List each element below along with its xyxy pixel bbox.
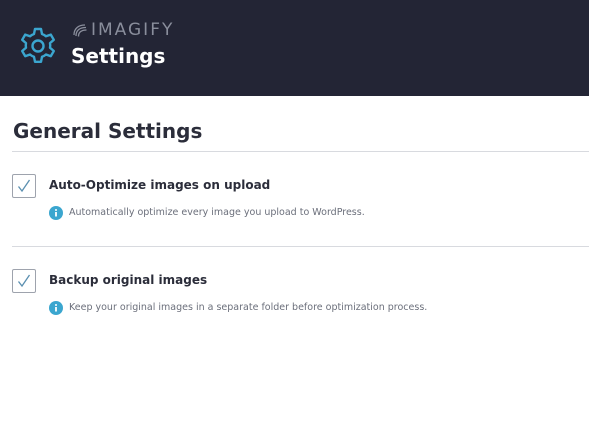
checkmark-icon [17, 274, 31, 288]
brand-name: IMAGIFY [91, 20, 175, 40]
option-label[interactable]: Backup original images [49, 273, 207, 287]
checkmark-icon [17, 179, 31, 193]
imagify-logo-icon [73, 24, 87, 37]
page-title: Settings [71, 44, 166, 68]
section-title: General Settings [13, 119, 203, 143]
gear-icon [21, 27, 55, 63]
option-description: Automatically optimize every image you u… [69, 207, 365, 218]
auto-optimize-checkbox[interactable] [12, 174, 36, 198]
divider [12, 151, 589, 152]
option-backup: Backup original images Keep your origina… [12, 269, 589, 329]
info-icon [49, 206, 63, 220]
brand-logo: IMAGIFY [72, 20, 174, 40]
backup-checkbox[interactable] [12, 269, 36, 293]
page-header: IMAGIFY Settings [0, 0, 589, 96]
divider [12, 246, 589, 247]
option-auto-optimize: Auto-Optimize images on upload Automatic… [12, 174, 589, 234]
option-label[interactable]: Auto-Optimize images on upload [49, 178, 270, 192]
info-icon [49, 301, 63, 315]
option-description: Keep your original images in a separate … [69, 302, 428, 313]
